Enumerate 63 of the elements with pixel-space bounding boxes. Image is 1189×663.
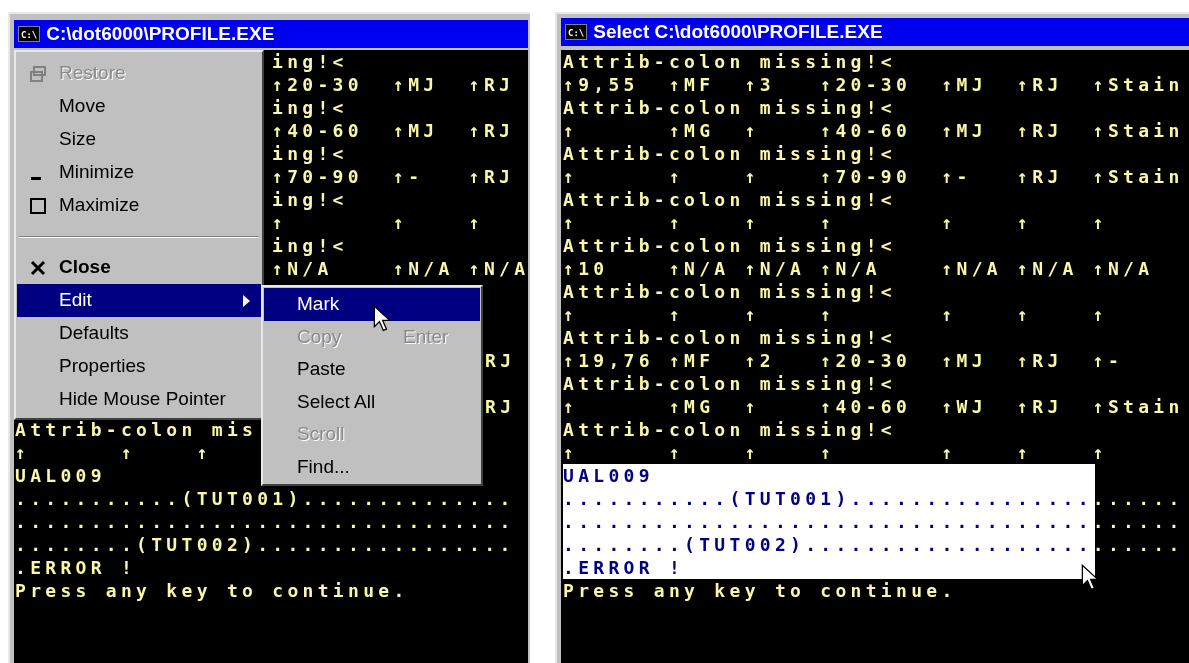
window-restore-icon <box>29 64 47 83</box>
console-line: Attrib-colon missing!< <box>563 188 896 211</box>
menu-item[interactable]: Hide Mouse Pointer <box>17 383 261 416</box>
menu-item[interactable]: Paste <box>264 353 480 386</box>
console-line: Attrib-colon mis <box>15 418 258 441</box>
console-line: ↑ ↑ ↑ ↑ ↑ ↑ ↑ <box>563 211 1108 234</box>
console-line: ing!< <box>272 96 348 119</box>
console-line: ↑9,55 ↑MF ↑3 ↑20-30 ↑MJ ↑RJ ↑Stain <box>563 73 1184 96</box>
window-title: Select C:\dot6000\PROFILE.EXE <box>593 19 883 44</box>
menu-item[interactable]: Find... <box>264 450 480 483</box>
console-line: ↑ ↑ ↑ <box>272 211 484 234</box>
console-line: ↑ ↑MG ↑ ↑40-60 ↑WJ ↑RJ ↑Stain <box>563 395 1184 418</box>
console-line: ↑ ↑ ↑ ↑ ↑ ↑ ↑ <box>563 303 1108 326</box>
menu-item[interactable]: Mark <box>264 288 480 321</box>
mouse-pointer-icon <box>373 305 391 333</box>
console-line: ↑70-90 ↑- ↑RJ <box>272 165 515 188</box>
console-line: Attrib-colon missing!< <box>563 96 896 119</box>
console-line: Press any key to continue. <box>15 579 409 602</box>
console-line: Attrib-colon missing!< <box>563 418 896 441</box>
mouse-pointer-icon <box>1081 564 1099 592</box>
close-icon <box>29 258 47 277</box>
console-line: ↑ ↑MG ↑ ↑40-60 ↑MJ ↑RJ ↑Stain <box>563 119 1184 142</box>
console-app-icon: C:\ <box>18 26 41 42</box>
console-line: .ERROR ! <box>15 556 137 579</box>
console-line: ↑19,76 ↑MF ↑2 ↑20-30 ↑MJ ↑RJ ↑- <box>563 349 1124 372</box>
console-line: Attrib-colon missing!< <box>563 372 896 395</box>
console-line: ↑ ↑ ↑ ↑70-90 ↑- ↑RJ ↑Stain <box>563 165 1184 188</box>
menu-item[interactable]: Move <box>17 90 261 123</box>
console-line: Attrib-colon missing!< <box>563 142 896 165</box>
minimize-icon <box>31 177 41 180</box>
console-line: ........(TUT002)................. <box>15 533 515 556</box>
menu-item[interactable]: Maximize <box>17 189 261 222</box>
console-line: ↑10 ↑N/A ↑N/A ↑N/A ↑N/A ↑N/A ↑N/A <box>563 257 1154 280</box>
console-line: Attrib-colon missing!< <box>563 280 896 303</box>
maximize-icon <box>29 196 47 215</box>
console-line: Attrib-colon missing!< <box>563 50 896 73</box>
menu-item[interactable]: Edit <box>17 284 261 317</box>
menu-item[interactable]: Properties <box>17 350 261 383</box>
menu-item[interactable]: Size <box>17 123 261 156</box>
console-line: ↑ ↑ ↑ ↑ ↑ ↑ ↑ <box>563 441 1108 464</box>
menu-item[interactable]: Minimize <box>17 156 261 189</box>
console-line: ing!< <box>272 142 348 165</box>
console-line: ................................. <box>15 510 515 533</box>
console-line: ↑N/A ↑N/A ↑N/A <box>272 257 530 280</box>
console-line: ing!< <box>272 188 348 211</box>
console-line: UAL009 <box>15 464 106 487</box>
console-line: ing!< <box>272 50 348 73</box>
console-line: ...........(TUT001).............. <box>15 487 515 510</box>
console-line: Attrib-colon missing!< <box>563 326 896 349</box>
menu-item[interactable]: Defaults <box>17 317 261 350</box>
console-line: Attrib-colon missing!< <box>563 234 896 257</box>
submenu-arrow-icon <box>243 294 251 307</box>
menu-item[interactable]: Select All <box>264 385 480 418</box>
menu-item[interactable]: Close <box>17 251 261 284</box>
console-app-icon: C:\ <box>565 24 588 40</box>
console-line: Press any key to continue. <box>563 579 957 602</box>
console-line: ↑20-30 ↑MJ ↑RJ <box>272 73 515 96</box>
console-line: ↑ ↑ ↑ <box>15 441 212 464</box>
console-line: RJ <box>485 395 516 418</box>
window-title: C:\dot6000\PROFILE.EXE <box>46 21 275 46</box>
console-line: RJ <box>485 349 516 372</box>
console-line: ing!< <box>272 234 348 257</box>
console-line: ↑40-60 ↑MJ ↑RJ <box>272 119 515 142</box>
